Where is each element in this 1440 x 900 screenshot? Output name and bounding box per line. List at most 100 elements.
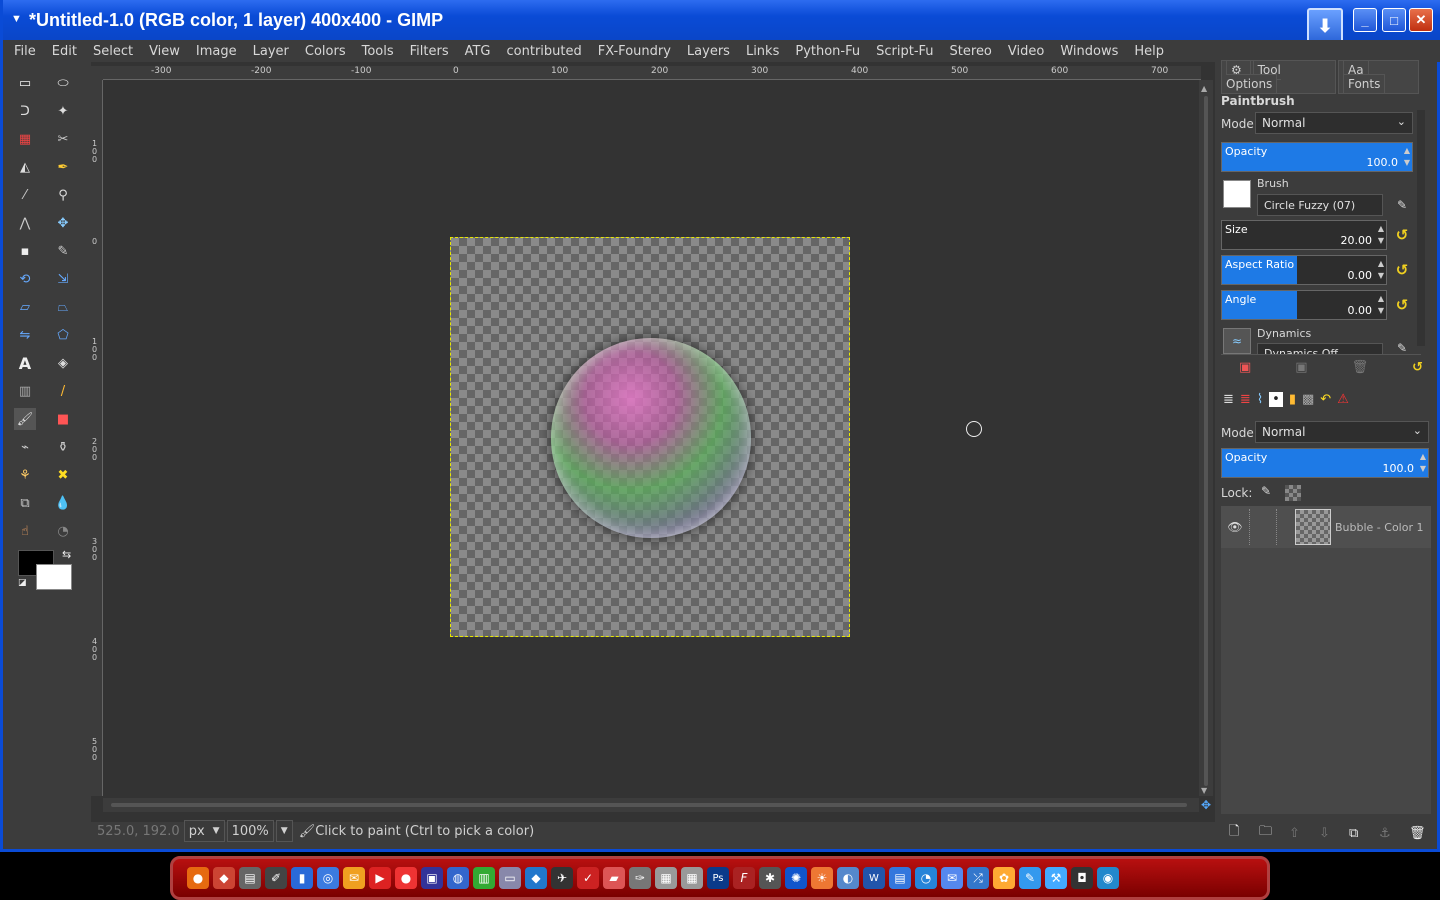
reset-all-icon[interactable]: ↺ xyxy=(1412,360,1423,375)
horizontal-ruler[interactable]: -300 -200 -100 0 100 200 300 400 500 600… xyxy=(103,66,1201,80)
paths-icon[interactable]: ✒ xyxy=(52,156,74,178)
menu-windows[interactable]: Windows xyxy=(1052,44,1126,59)
sun-icon[interactable]: ☀ xyxy=(811,867,833,889)
pencil-icon[interactable]: / xyxy=(52,380,74,402)
layer-opacity-spinner[interactable]: Opacity 100.0 ▲ ▼ xyxy=(1221,448,1429,478)
vertical-scrollbar[interactable]: ▲ ▼ xyxy=(1199,80,1213,796)
camera-icon[interactable]: ◘ xyxy=(1071,867,1093,889)
maximize-button[interactable]: □ xyxy=(1382,8,1406,32)
layers-tab-icon[interactable]: ≣ xyxy=(1223,392,1234,407)
menu-script-fu[interactable]: Script-Fu xyxy=(868,44,941,59)
pen-app-icon[interactable]: ✑ xyxy=(629,867,651,889)
menu-video[interactable]: Video xyxy=(1000,44,1052,59)
dynamics-field[interactable]: Dynamics Off xyxy=(1257,343,1383,354)
menu-python-fu[interactable]: Python-Fu xyxy=(787,44,868,59)
video-icon[interactable]: ▣ xyxy=(421,867,443,889)
menu-layer[interactable]: Layer xyxy=(245,44,297,59)
gradients-tab-icon[interactable]: ▩ xyxy=(1302,392,1314,407)
menu-fx-foundry[interactable]: FX-Foundry xyxy=(590,44,679,59)
image-canvas[interactable] xyxy=(450,237,850,637)
scissors-icon[interactable]: ✂ xyxy=(52,128,74,150)
blur-icon[interactable]: 💧 xyxy=(52,492,74,514)
error-console-tab-icon[interactable]: ⚠ xyxy=(1337,392,1349,407)
spin-arrows-icon[interactable]: ▲ ▼ xyxy=(1420,451,1426,475)
vertical-ruler[interactable]: 100 0 100 200 300 400 500 xyxy=(91,80,103,796)
menu-tools[interactable]: Tools xyxy=(354,44,402,59)
paint-mode-select[interactable]: Normal ⌄ xyxy=(1255,112,1413,134)
record-icon[interactable]: ● xyxy=(395,867,417,889)
firefox-icon[interactable]: ● xyxy=(187,867,209,889)
gradient-icon[interactable]: ▥ xyxy=(14,380,36,402)
raise-layer-icon[interactable]: ⇧ xyxy=(1289,826,1319,841)
rotate-icon[interactable]: ⟲ xyxy=(14,268,36,290)
perspective-icon[interactable]: ⏢ xyxy=(52,296,74,318)
patterns-tab-icon[interactable]: ▮ xyxy=(1289,392,1296,407)
flip-icon[interactable]: ⇋ xyxy=(14,324,36,346)
download-arrow-icon[interactable]: ⬇ xyxy=(1307,8,1343,44)
tool-icon[interactable]: ✐ xyxy=(265,867,287,889)
anchor-layer-icon[interactable]: ⚓ xyxy=(1379,826,1409,841)
opacity-spinner[interactable]: Opacity 100.0 ▲ ▼ xyxy=(1221,142,1413,172)
mail-icon[interactable]: ✉ xyxy=(343,867,365,889)
clock-icon[interactable]: ◔ xyxy=(915,867,937,889)
duplicate-layer-icon[interactable]: ⧉ xyxy=(1349,826,1379,841)
eye-icon[interactable]: 👁 xyxy=(1221,520,1249,534)
spin-arrows-icon[interactable]: ▲ ▼ xyxy=(1404,145,1410,169)
navigate-icon[interactable]: ✥ xyxy=(1201,798,1213,812)
perspective-clone-icon[interactable]: ⧉ xyxy=(14,492,36,514)
airbrush-icon[interactable]: ⌁ xyxy=(14,436,36,458)
edit-brush-icon[interactable]: ✎ xyxy=(1393,196,1411,214)
fg-bg-colors[interactable]: ⇆ ◪ xyxy=(18,548,74,592)
spin-arrows-icon[interactable]: ▲ ▼ xyxy=(1378,258,1384,282)
eraser-icon[interactable]: ■ xyxy=(52,408,74,430)
background-color[interactable] xyxy=(36,564,72,590)
smudge-icon[interactable]: ☝ xyxy=(14,520,36,542)
rect-select-icon[interactable]: ▭ xyxy=(14,72,36,94)
zoom-icon[interactable]: ⚲ xyxy=(52,184,74,206)
keyboard-icon[interactable]: ▤ xyxy=(239,867,261,889)
menu-atg[interactable]: ATG xyxy=(457,44,499,59)
clone-icon[interactable]: ⚘ xyxy=(14,464,36,486)
menu-stereo[interactable]: Stereo xyxy=(942,44,1000,59)
water-icon[interactable]: ◆ xyxy=(525,867,547,889)
menu-file[interactable]: File xyxy=(6,44,44,59)
spin-arrows-icon[interactable]: ▲ ▼ xyxy=(1378,293,1384,317)
share-icon[interactable]: ⤮ xyxy=(967,867,989,889)
delete-layer-icon[interactable]: 🗑 xyxy=(1409,826,1439,841)
menu-filters[interactable]: Filters xyxy=(402,44,457,59)
horizontal-scroll-thumb[interactable] xyxy=(111,803,1187,807)
tools-app-icon[interactable]: ⚒ xyxy=(1045,867,1067,889)
swap-colors-icon[interactable]: ⇆ xyxy=(62,548,71,561)
scroll-down-icon[interactable]: ▼ xyxy=(1201,786,1207,795)
new-group-icon[interactable]: 🗀 xyxy=(1259,822,1289,844)
media-icon[interactable]: ▶ xyxy=(369,867,391,889)
vertical-scroll-thumb[interactable] xyxy=(1204,96,1208,786)
email-icon[interactable]: ✉ xyxy=(941,867,963,889)
bucket-fill-icon[interactable]: ◈ xyxy=(52,352,74,374)
tool-options-scrollbar[interactable] xyxy=(1417,110,1425,346)
layer-mode-select[interactable]: Normal ⌄ xyxy=(1255,421,1429,443)
new-layer-icon[interactable]: 🗋 xyxy=(1229,822,1259,844)
text-tool-icon[interactable]: A xyxy=(14,352,36,374)
edit-dynamics-icon[interactable]: ✎ xyxy=(1393,342,1411,354)
layer-name[interactable]: Bubble - Color 1 xyxy=(1335,521,1423,534)
drive-icon[interactable]: ▮ xyxy=(291,867,313,889)
dynamics-icon[interactable]: ≈ xyxy=(1223,328,1251,354)
aspect-ratio-spinner[interactable]: Aspect Ratio 0.00 ▲ ▼ xyxy=(1221,255,1387,285)
ellipse-select-icon[interactable]: ⬭ xyxy=(52,72,74,94)
select-by-color-icon[interactable]: ▦ xyxy=(14,128,36,150)
shear-icon[interactable]: ▱ xyxy=(14,296,36,318)
tab-fonts[interactable]: Aa Fonts xyxy=(1337,60,1419,94)
plane-icon[interactable]: ✈ xyxy=(551,867,573,889)
menu-view[interactable]: View xyxy=(141,44,188,59)
brush-name-field[interactable]: Circle Fuzzy (07) xyxy=(1257,194,1383,216)
spin-arrows-icon[interactable]: ▲ ▼ xyxy=(1378,223,1384,247)
menu-select[interactable]: Select xyxy=(85,44,141,59)
word-icon[interactable]: W xyxy=(863,867,885,889)
star-icon[interactable]: ✺ xyxy=(785,867,807,889)
default-colors-icon[interactable]: ◪ xyxy=(18,578,27,588)
close-button[interactable]: ✕ xyxy=(1409,8,1433,32)
horizontal-scrollbar[interactable] xyxy=(103,798,1199,812)
lock-pixels-icon[interactable]: ✎ xyxy=(1261,484,1271,498)
fuzzy-select-icon[interactable]: ✦ xyxy=(52,100,74,122)
